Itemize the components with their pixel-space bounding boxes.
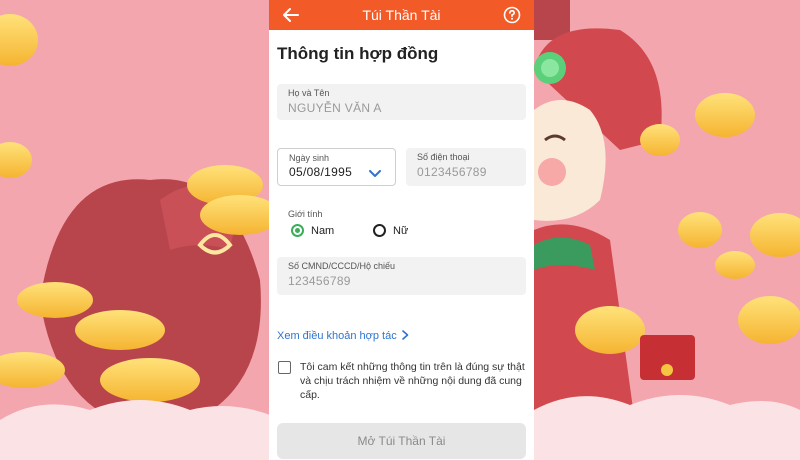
dob-value: 05/08/1995: [289, 165, 353, 179]
phone-screen: Túi Thần Tài Thông tin hợp đồng Họ và Tê…: [269, 0, 534, 460]
gender-option-label: Nam: [311, 224, 335, 237]
dob-label: Ngày sinh: [289, 153, 330, 163]
radio-unselected-icon: [373, 224, 386, 237]
question-circle-icon[interactable]: [502, 5, 522, 25]
arrow-left-icon[interactable]: [281, 5, 301, 25]
full-name-placeholder: NGUYỄN VĂN A: [288, 101, 382, 115]
terms-link-label: Xem điều khoản hợp tác: [277, 330, 397, 342]
id-number-placeholder: 123456789: [288, 274, 351, 288]
phone-label: Số điện thoại: [417, 152, 470, 162]
gender-label: Giới tính: [288, 209, 323, 219]
chevron-right-icon: [401, 329, 409, 343]
commitment-text: Tôi cam kết những thông tin trên là đúng…: [300, 361, 525, 401]
chevron-down-icon: [369, 165, 381, 177]
commitment-checkbox[interactable]: [278, 361, 291, 374]
full-name-field[interactable]: Họ và Tên NGUYỄN VĂN A: [277, 84, 526, 120]
gender-option-female[interactable]: Nữ: [373, 224, 408, 237]
phone-field[interactable]: Số điện thoại 0123456789: [406, 148, 526, 186]
gender-option-male[interactable]: Nam: [291, 224, 334, 237]
phone-placeholder: 0123456789: [417, 165, 487, 179]
radio-selected-icon: [291, 224, 304, 237]
terms-link[interactable]: Xem điều khoản hợp tác: [277, 329, 409, 343]
form-heading: Thông tin hợp đồng: [277, 44, 439, 63]
app-header: Túi Thần Tài: [269, 0, 534, 30]
full-name-label: Họ và Tên: [288, 88, 330, 98]
dob-select[interactable]: Ngày sinh 05/08/1995: [277, 148, 396, 186]
id-number-label: Số CMND/CCCD/Hộ chiếu: [288, 261, 396, 271]
gender-option-label: Nữ: [393, 224, 409, 237]
page-title: Túi Thần Tài: [362, 7, 441, 23]
open-wallet-button[interactable]: Mở Túi Thần Tài: [277, 423, 526, 459]
id-number-field[interactable]: Số CMND/CCCD/Hộ chiếu 123456789: [277, 257, 526, 295]
